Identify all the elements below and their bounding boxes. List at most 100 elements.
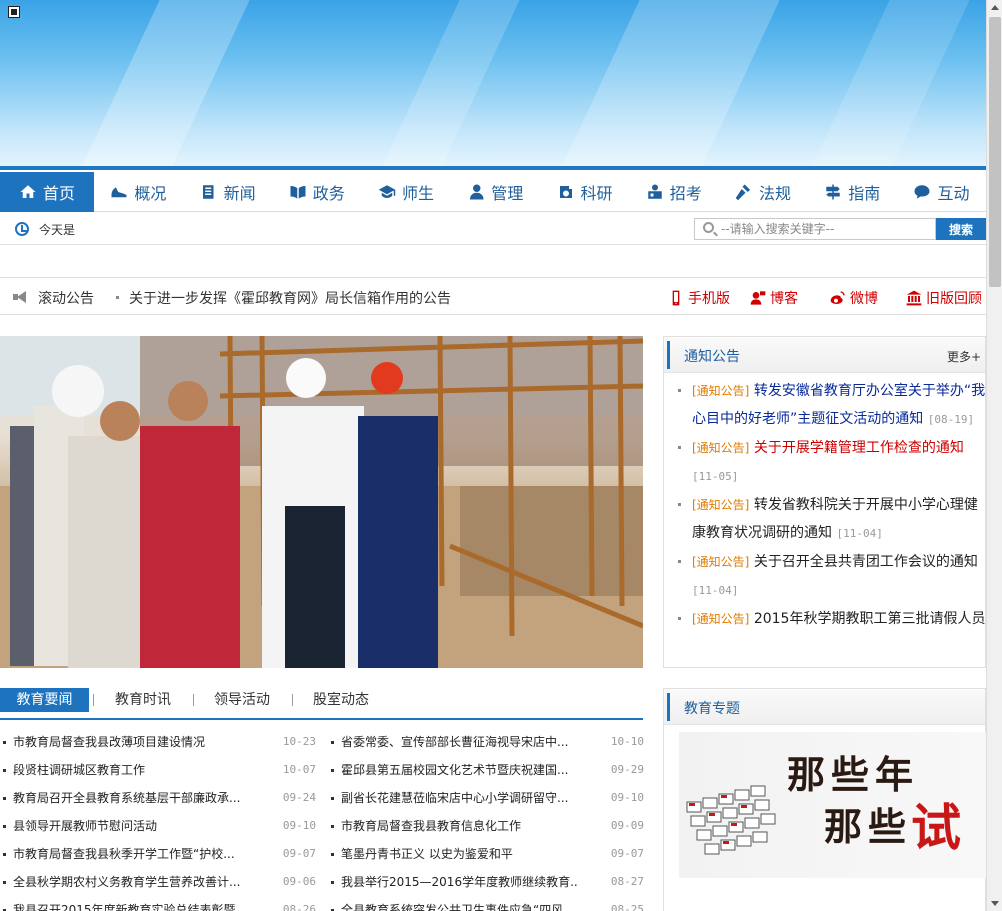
divider (193, 694, 194, 706)
more-link[interactable]: 更多+ (947, 348, 981, 365)
nav-item-home[interactable]: 首页 (0, 172, 94, 212)
search-input[interactable] (721, 221, 931, 237)
date-search-bar: 今天是 搜索 (0, 213, 986, 245)
panel-header: 通知公告 更多+ (664, 337, 985, 373)
vertical-scrollbar[interactable] (986, 0, 1002, 911)
nav-item-interaction[interactable]: 互动 (897, 172, 986, 212)
book-icon (289, 183, 307, 201)
nav-item-teachers-students[interactable]: 师生 (361, 172, 450, 212)
blog-link[interactable]: 博客 (750, 288, 798, 308)
list-item[interactable]: 我县召开2015年度新教育实验总结表彰暨... 08-26 (0, 900, 316, 911)
nav-item-guide[interactable]: 指南 (808, 172, 897, 212)
news-date: 08-26 (282, 903, 316, 911)
topic-text: 试 (911, 798, 961, 857)
divider (93, 694, 94, 706)
scroll-up-arrow-icon[interactable] (987, 0, 1002, 16)
news-photo[interactable] (0, 336, 643, 668)
old-version-link-label: 旧版回顾 (926, 291, 982, 307)
list-item[interactable]: [通知公告] 转发安徽省教育厅办公室关于举办“我心目中的好老师”主题征文活动的通… (678, 377, 986, 434)
nav-item-affairs[interactable]: 政务 (272, 172, 361, 212)
list-item[interactable]: 省委常委、宣传部部长曹征海视导宋店中... 10-10 (328, 732, 644, 760)
notice-date: [08-19] (927, 413, 975, 426)
news-title: 市教育局督查我县教育信息化工作 (341, 819, 522, 833)
list-item[interactable]: 市教育局督查我县教育信息化工作 09-09 (328, 816, 644, 844)
nav-item-label: 师生 (402, 184, 435, 203)
blog-user-icon (750, 291, 766, 305)
shoe-icon (110, 183, 128, 201)
news-title: 省委常委、宣传部部长曹征海视导宋店中... (341, 735, 569, 749)
news-list-right: 省委常委、宣传部部长曹征海视导宋店中... 10-10 霍邱县第五届校园文化艺术节… (328, 732, 644, 911)
scrollbar-thumb[interactable] (989, 17, 1001, 287)
nav-item-label: 招考 (669, 184, 702, 203)
panel-header: 教育专题 (664, 689, 985, 725)
list-item[interactable]: [通知公告] 转发省教科院关于开展中小学心理健康教育状况调研的通知 [11-04… (678, 491, 986, 548)
news-date: 10-10 (610, 735, 644, 748)
notice-date: [11-04] (692, 584, 739, 597)
mobile-link[interactable]: 手机版 (668, 288, 730, 308)
news-title: 全县秋学期农村义务教育学生营养改善计... (13, 875, 241, 889)
weibo-link-label: 微博 (850, 291, 878, 307)
exam-icon (646, 183, 664, 201)
old-version-link[interactable]: 旧版回顾 (906, 288, 982, 308)
list-item[interactable]: 全县秋学期农村义务教育学生营养改善计... 09-06 (0, 872, 316, 900)
weibo-link[interactable]: 微博 (830, 288, 878, 308)
gavel-icon (735, 183, 753, 201)
nav-item-exams[interactable]: 招考 (629, 172, 718, 212)
list-item[interactable]: 市教育局督查我县秋季开学工作暨“护校... 09-07 (0, 844, 316, 872)
list-item[interactable]: 段贤柱调研城区教育工作 10-07 (0, 760, 316, 788)
search-button[interactable]: 搜索 (936, 218, 986, 240)
news-date: 10-23 (282, 735, 316, 748)
topic-text: 那些 (824, 804, 913, 849)
notice-link[interactable]: 关于进一步发挥《霍邱教育网》局长信箱作用的公告 (129, 288, 451, 308)
nav-item-label: 管理 (491, 184, 524, 203)
news-date: 08-27 (610, 875, 644, 888)
nav-item-regulations[interactable]: 法规 (718, 172, 807, 212)
notice-title: 关于开展学籍管理工作检查的通知 (753, 440, 964, 456)
nav-item-management[interactable]: 管理 (451, 172, 540, 212)
search-icon (703, 222, 714, 233)
notice-date: [11-05] (692, 470, 739, 483)
nav-item-label: 新闻 (223, 184, 256, 203)
nav-item-news[interactable]: 新闻 (183, 172, 272, 212)
list-item[interactable]: 副省长花建慧莅临宋店中心小学调研留守... 09-10 (328, 788, 644, 816)
list-item[interactable]: 县领导开展教师节慰问活动 09-10 (0, 816, 316, 844)
list-item[interactable]: 我县举行2015—2016学年度教师继续教育... 08-27 (328, 872, 644, 900)
notice-panel: 通知公告 更多+ [通知公告] 转发安徽省教育厅办公室关于举办“我心目中的好老师… (663, 336, 986, 668)
nav-item-label: 互动 (937, 184, 970, 203)
mobile-link-label: 手机版 (688, 291, 730, 307)
tab-department-news[interactable]: 股室动态 (294, 688, 388, 712)
news-title: 我县举行2015—2016学年度教师继续教育... (341, 875, 577, 889)
nav-item-label: 科研 (580, 184, 613, 203)
scroll-down-arrow-icon[interactable] (987, 895, 1002, 911)
topic-text: 那些年 (787, 752, 920, 797)
list-item[interactable]: [通知公告] 2015年秋学期教职工第三批请假人员 (678, 605, 986, 633)
page: 首页 概况 新闻 政务 师生 管理 科研 招考 法规 指南 互动 今天是 --请… (0, 0, 986, 911)
list-item[interactable]: 全县教育系统突发公共卫生事件应急“四风... 08-25 (328, 900, 644, 911)
list-item[interactable]: [通知公告] 关于召开全县共青团工作会议的通知 [11-04] (678, 548, 986, 605)
broken-image-icon (8, 6, 20, 18)
list-item[interactable]: 笔墨丹青书正义 以史为鉴爱和平 09-07 (328, 844, 644, 872)
list-item[interactable]: 教育局召开全县教育系统基层干部廉政承... 09-24 (0, 788, 316, 816)
news-tabs: 教育要闻 教育时讯 领导活动 股室动态 (0, 688, 643, 720)
news-date: 09-06 (282, 875, 316, 888)
home-icon (19, 183, 37, 201)
news-list-left: 市教育局督查我县改薄项目建设情况 10-23 段贤柱调研城区教育工作 10-07 教… (0, 732, 316, 911)
tab-education-news[interactable]: 教育要闻 (0, 688, 89, 712)
nav-item-research[interactable]: 科研 (540, 172, 629, 212)
list-item[interactable]: 市教育局督查我县改薄项目建设情况 10-23 (0, 732, 316, 760)
tab-leader-activities[interactable]: 领导活动 (196, 688, 288, 712)
today-label: 今天是 (39, 223, 76, 237)
news-date: 10-07 (282, 763, 316, 776)
panel-title: 教育专题 (684, 701, 740, 717)
topic-banner-image[interactable]: 那些年 那些 试 (679, 732, 986, 878)
nav-item-label: 指南 (848, 184, 881, 203)
news-title: 教育局召开全县教育系统基层干部廉政承... (13, 791, 241, 805)
news-date: 09-24 (282, 791, 316, 804)
nav-item-overview[interactable]: 概况 (94, 172, 183, 212)
notice-tag: [通知公告] (692, 612, 750, 626)
tab-education-bulletin[interactable]: 教育时讯 (96, 688, 190, 712)
weibo-icon (830, 291, 845, 304)
bullet (116, 296, 119, 299)
list-item[interactable]: 霍邱县第五届校园文化艺术节暨庆祝建国... 09-29 (328, 760, 644, 788)
list-item[interactable]: [通知公告] 关于开展学籍管理工作检查的通知 [11-05] (678, 434, 986, 491)
